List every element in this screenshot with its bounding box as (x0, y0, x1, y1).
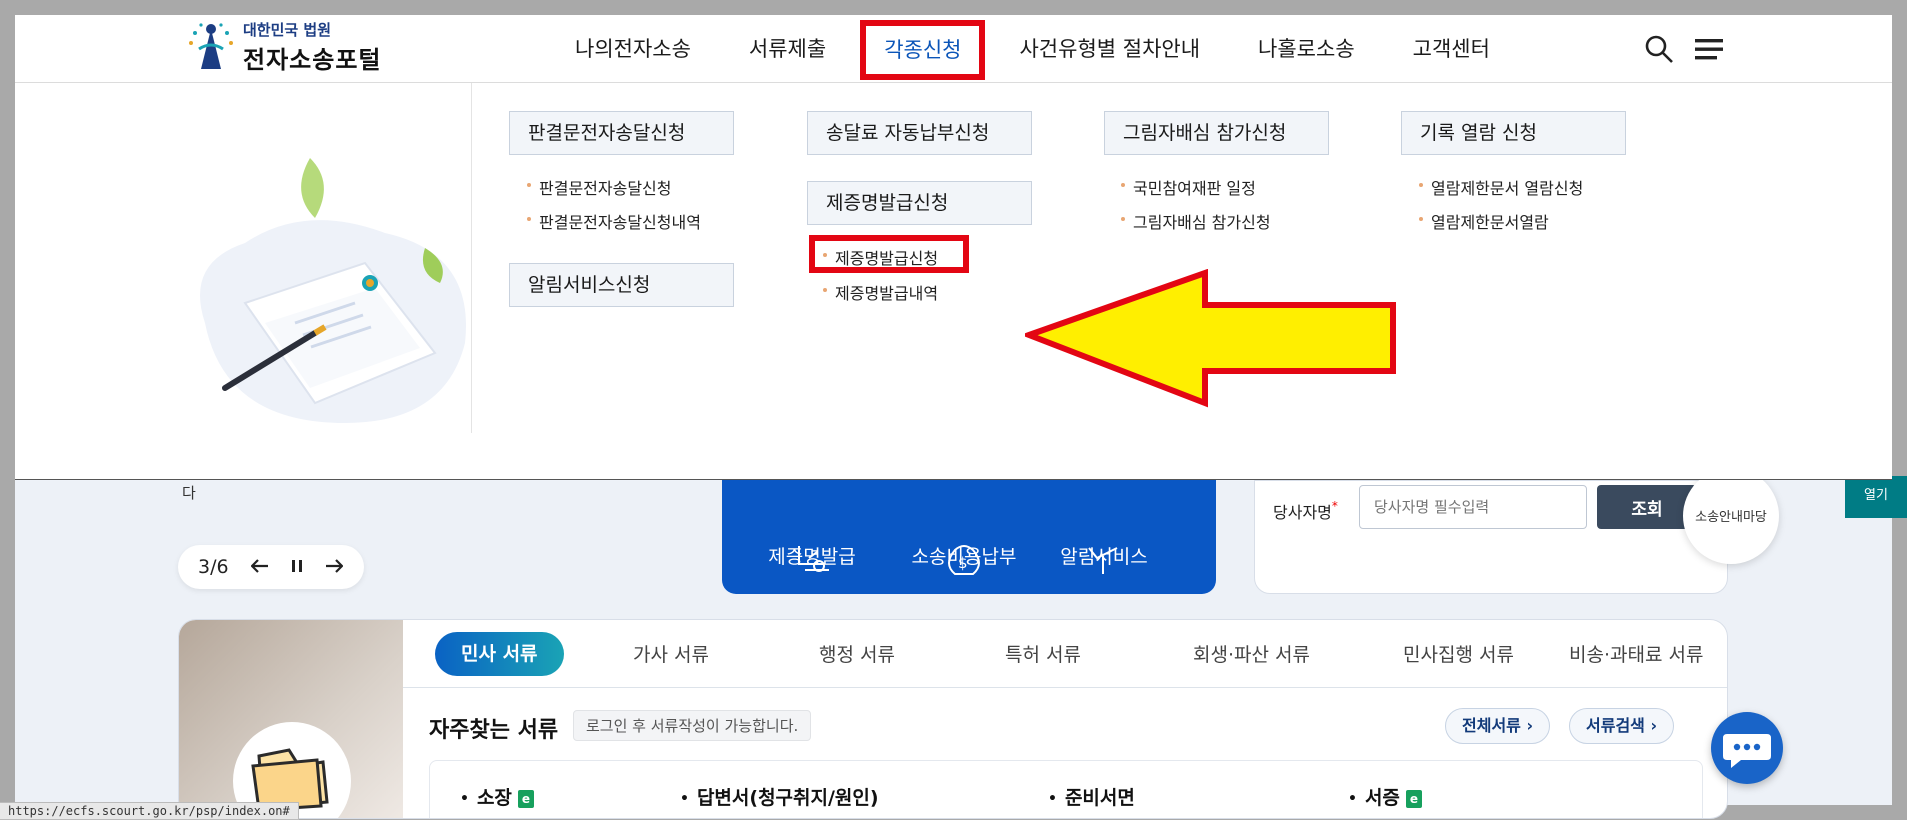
tab-civil-execution-docs[interactable]: 민사집행 서류 (1403, 640, 1514, 667)
document-category-tabs: 민사 서류 가사 서류 행정 서류 특허 서류 회생·파산 서류 민사집행 서류… (403, 620, 1727, 688)
link-restricted-doc-inspection-apply[interactable]: 열람제한문서 열람신청 (1417, 175, 1583, 199)
svg-text:$: $ (958, 554, 968, 572)
doc-item-complaint[interactable]: 소장e (460, 783, 534, 810)
nav-procedure-guide[interactable]: 사건유형별 절차안내 (1019, 29, 1200, 69)
nav-applications[interactable]: 각종신청 (860, 20, 986, 80)
banner-slider-control: 3/6 (178, 545, 364, 589)
search-icon[interactable] (1643, 33, 1675, 65)
tab-civil-docs[interactable]: 민사 서류 (435, 632, 564, 676)
open-side-panel-tab[interactable]: 열기 (1845, 476, 1907, 518)
link-jury-trial-schedule[interactable]: 국민참여재판 일정 (1119, 175, 1256, 199)
court-emblem-icon (185, 19, 237, 75)
doc-item-brief[interactable]: 준비서면 (1048, 783, 1135, 810)
tab-noncontentious-docs[interactable]: 비송·과태료 서류 (1569, 640, 1703, 667)
party-name-label: 당사자명* (1273, 499, 1338, 522)
site-header: 대한민국 법원 전자소송포털 나의전자소송 서류제출 각종신청 사건유형별 절차… (15, 15, 1892, 83)
link-restricted-doc-view[interactable]: 열람제한문서열람 (1417, 209, 1549, 233)
chat-bubble-icon (1723, 734, 1771, 768)
nav-self-litigation[interactable]: 나홀로소송 (1258, 29, 1355, 69)
quick-service-panel: 제증명발급 $ 소송비용납부 알림서비스 (722, 480, 1216, 594)
menu-alert-service-apply[interactable]: 알림서비스신청 (509, 263, 734, 307)
nav-my-ecourt[interactable]: 나의전자소송 (575, 29, 691, 69)
nav-document-submission[interactable]: 서류제출 (749, 29, 826, 69)
logo-title: 전자소송포털 (243, 46, 382, 74)
menu-shadow-jury-apply[interactable]: 그림자배심 참가신청 (1104, 111, 1329, 155)
link-certificate-apply[interactable]: 제증명발급신청 (821, 245, 938, 269)
certificate-icon (798, 546, 829, 572)
frequent-docs-title: 자주찾는 서류 (429, 718, 559, 743)
logo-subtitle: 대한민국 법원 (243, 21, 332, 39)
doc-item-evidence[interactable]: 서증e (1348, 783, 1422, 810)
required-mark: * (1331, 499, 1338, 513)
party-name-input[interactable] (1359, 485, 1587, 529)
frequent-docs-list: 소장e 답변서(청구취지/원인) 준비서면 서증e (429, 760, 1703, 818)
status-bar-url: https://ecfs.scourt.go.kr/psp/index.on# (0, 802, 299, 820)
e-form-icon: e (1405, 789, 1422, 808)
e-form-icon: e (517, 789, 534, 808)
tab-patent-docs[interactable]: 특허 서류 (1005, 640, 1081, 667)
money-bag-icon: $ (948, 545, 980, 575)
menu-record-inspection[interactable]: 기록 열람 신청 (1401, 111, 1626, 155)
tab-bankruptcy-docs[interactable]: 회생·파산 서류 (1193, 640, 1310, 667)
link-judgment-e-delivery-history[interactable]: 판결문전자송달신청내역 (525, 209, 701, 233)
party-search-panel: 당사자명* 조회 (1254, 480, 1728, 594)
login-note: 로그인 후 서류작성이 가능합니다. (573, 710, 812, 741)
tab-administrative-docs[interactable]: 행정 서류 (819, 640, 895, 667)
pause-icon[interactable] (291, 556, 303, 578)
tab-family-docs[interactable]: 가사 서류 (633, 640, 709, 667)
document-search-button[interactable]: 서류검색 › (1569, 708, 1675, 744)
link-judgment-e-delivery-apply[interactable]: 판결문전자송달신청 (525, 175, 671, 199)
menu-judgment-e-delivery[interactable]: 판결문전자송달신청 (509, 111, 734, 155)
menu-delivery-fee-autopay[interactable]: 송달료 자동납부신청 (807, 111, 1032, 155)
partial-banner-text: 다 (182, 484, 196, 502)
arrow-left-icon[interactable] (250, 556, 269, 578)
chatbot-button[interactable] (1711, 712, 1783, 784)
documents-side-image (179, 620, 403, 818)
hamburger-menu-icon[interactable] (1693, 33, 1725, 65)
site-logo[interactable]: 대한민국 법원 전자소송포털 (185, 19, 381, 75)
menu-certificate-issue[interactable]: 제증명발급신청 (807, 181, 1032, 225)
documents-card: 민사 서류 가사 서류 행정 서류 특허 서류 회생·파산 서류 민사집행 서류… (178, 619, 1728, 819)
document-illustration (185, 123, 485, 443)
quick-link-alert-service[interactable]: 알림서비스 (1044, 542, 1164, 574)
doc-item-answer[interactable]: 답변서(청구취지/원인) (680, 783, 879, 810)
all-documents-button[interactable]: 전체서류 › (1445, 708, 1551, 744)
mega-menu-divider (471, 83, 472, 433)
quick-link-fee-payment[interactable]: $ 소송비용납부 (904, 542, 1024, 575)
main-navigation: 나의전자소송 서류제출 각종신청 사건유형별 절차안내 나홀로소송 고객센터 (575, 15, 1548, 83)
link-certificate-history[interactable]: 제증명발급내역 (821, 280, 938, 304)
applications-mega-menu: 판결문전자송달신청 판결문전자송달신청 판결문전자송달신청내역 알림서비스신청 … (15, 83, 1892, 480)
megaphone-icon (1088, 547, 1118, 574)
search-submit-button[interactable]: 조회 (1597, 485, 1697, 529)
arrow-right-icon[interactable] (325, 556, 344, 578)
slider-counter: 3/6 (198, 556, 229, 578)
link-shadow-jury-apply[interactable]: 그림자배심 참가신청 (1119, 209, 1271, 233)
litigation-guide-button[interactable]: 소송안내마당 (1683, 468, 1779, 564)
quick-link-certificate[interactable]: 제증명발급 (752, 542, 872, 572)
pointer-arrow-icon (1025, 269, 1396, 408)
nav-customer-center[interactable]: 고객센터 (1413, 29, 1490, 69)
